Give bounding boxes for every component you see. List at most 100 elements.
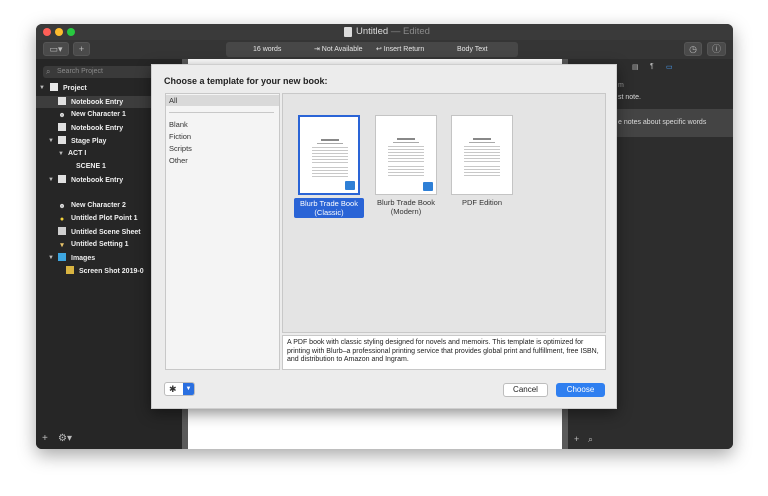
category-fiction[interactable]: Fiction: [169, 132, 191, 141]
sidebar-toggle-icon: ▭▾: [49, 44, 63, 54]
folder-icon: [58, 253, 66, 261]
binder-item-plot-point[interactable]: ● Untitled Plot Point 1: [58, 214, 138, 224]
add-item-icon[interactable]: +: [42, 433, 48, 444]
template-thumbnail-classic[interactable]: [298, 115, 360, 195]
inspector-line-2: st note.: [618, 94, 641, 101]
inspector-button[interactable]: ⓘ: [707, 42, 726, 56]
minimize-window-button[interactable]: [55, 28, 63, 36]
disclosure-triangle-icon[interactable]: ▼: [39, 85, 45, 91]
template-label-pdf[interactable]: PDF Edition: [447, 198, 517, 207]
project-icon: [50, 83, 58, 91]
lightbulb-icon: ●: [59, 216, 65, 223]
binder-item-scene-1[interactable]: SCENE 1: [76, 162, 106, 172]
binder-item-scene-sheet[interactable]: Untitled Scene Sheet: [58, 227, 141, 238]
comments-tab-icon[interactable]: ▭: [666, 63, 673, 71]
search-placeholder: Search Project: [57, 68, 103, 75]
word-count: 16 words: [253, 46, 282, 53]
thumb-subheading: [469, 142, 495, 143]
thumb-text-lines: [464, 146, 500, 162]
blurb-badge-icon: [345, 181, 355, 190]
inspector-line-1: m: [618, 82, 624, 89]
image-icon: [66, 266, 74, 274]
thumb-text-lines: [464, 166, 500, 178]
paragraph-tab-icon[interactable]: ¶: [650, 63, 654, 70]
cancel-button[interactable]: Cancel: [503, 383, 548, 397]
search-icon[interactable]: ⌕: [588, 434, 593, 445]
status-bar: 16 words ⇥ Not Available ↩ Insert Return…: [226, 42, 518, 57]
binder-item-project[interactable]: Project: [50, 83, 87, 94]
template-thumbnail-pdf[interactable]: [451, 115, 513, 195]
binder-item-new-character-2[interactable]: ☻ New Character 2: [58, 201, 126, 211]
category-blank[interactable]: Blank: [169, 120, 188, 129]
thumb-text-lines: [388, 166, 424, 178]
style-status: Body Text: [457, 46, 488, 53]
template-thumbnail-modern[interactable]: [375, 115, 437, 195]
binder-item-notebook-entry-3[interactable]: Notebook Entry: [58, 175, 123, 186]
category-scripts[interactable]: Scripts: [169, 144, 192, 153]
info-icon: ⓘ: [711, 44, 721, 54]
thumb-subheading: [393, 142, 419, 143]
search-icon: ⌕: [46, 67, 51, 76]
disclosure-triangle-icon[interactable]: ▼: [48, 255, 54, 261]
template-grid: Blurb Trade Book (Classic) Blurb Trade B…: [282, 93, 606, 333]
window-title-edited: — Edited: [390, 26, 430, 37]
options-menu-button[interactable]: ✱ ▼: [164, 382, 195, 396]
inspector-line-3: e notes about specific words: [618, 119, 707, 126]
template-description: A PDF book with classic styling designed…: [282, 335, 606, 370]
add-button[interactable]: +: [73, 42, 90, 56]
binder-item-notebook-entry[interactable]: Notebook Entry: [58, 97, 123, 108]
thumb-subheading: [317, 143, 343, 144]
thumb-text-lines: [388, 146, 424, 162]
sheet-title: Choose a template for your new book:: [164, 76, 328, 86]
binder-item-setting[interactable]: ▾ Untitled Setting 1: [58, 240, 128, 250]
plus-icon: +: [78, 44, 85, 54]
thumb-heading: [473, 138, 491, 140]
sheet-icon: [58, 227, 66, 235]
template-chooser-sheet: Choose a template for your new book: All…: [151, 64, 617, 409]
toolbar: ▭▾ + 16 words ⇥ Not Available ↩ Insert R…: [36, 40, 733, 59]
disclosure-triangle-icon[interactable]: ▼: [48, 177, 54, 183]
choose-button[interactable]: Choose: [556, 383, 605, 397]
gear-icon: ✱: [169, 384, 177, 394]
view-mode-button[interactable]: ▭▾: [43, 42, 69, 56]
binder-item-notebook-entry-2[interactable]: Notebook Entry: [58, 123, 123, 134]
binder-item-images[interactable]: Images: [58, 253, 95, 264]
binder-footer: + ⚙▾: [36, 431, 182, 449]
folder-icon: [58, 136, 66, 144]
return-status: ↩ Insert Return: [376, 46, 425, 53]
document-icon: [344, 27, 352, 37]
category-other[interactable]: Other: [169, 156, 188, 165]
disclosure-triangle-icon[interactable]: ▼: [58, 151, 64, 157]
thumb-text-lines: [312, 167, 348, 179]
snapshot-button[interactable]: ◷: [684, 42, 702, 56]
template-category-list: All Blank Fiction Scripts Other: [165, 93, 280, 370]
binder-item-new-character-1[interactable]: ☻ New Character 1: [58, 110, 126, 120]
notebook-icon: [58, 175, 66, 183]
gear-icon[interactable]: ⚙▾: [58, 433, 72, 444]
notes-tab-icon[interactable]: ▤: [632, 63, 639, 71]
thumb-heading: [321, 139, 339, 141]
notebook-icon: [58, 97, 66, 105]
window-title-text: Untitled: [356, 26, 389, 37]
clock-icon: ◷: [689, 44, 697, 54]
template-label-modern[interactable]: Blurb Trade Book (Modern): [371, 198, 441, 216]
category-separator: [169, 112, 274, 113]
tab-status: ⇥ Not Available: [314, 46, 363, 53]
maximize-window-button[interactable]: [67, 28, 75, 36]
add-note-icon[interactable]: +: [574, 434, 579, 444]
thumb-text-lines: [312, 147, 348, 163]
binder-item-stage-play[interactable]: Stage Play: [58, 136, 106, 147]
blurb-badge-icon: [423, 182, 433, 191]
close-window-button[interactable]: [43, 28, 51, 36]
disclosure-triangle-icon[interactable]: ▼: [48, 138, 54, 144]
character-icon: ☻: [58, 203, 66, 210]
notebook-icon: [58, 123, 66, 131]
template-label-classic[interactable]: Blurb Trade Book (Classic): [294, 198, 364, 218]
category-all[interactable]: All: [166, 95, 279, 106]
chevron-down-icon: ▼: [183, 383, 194, 395]
window-title: Untitled — Edited: [356, 26, 430, 37]
binder-item-act-i[interactable]: ACT I: [68, 149, 86, 159]
character-icon: ☻: [58, 112, 66, 119]
thumb-heading: [397, 138, 415, 140]
binder-item-screenshot[interactable]: Screen Shot 2019-0: [66, 266, 144, 277]
